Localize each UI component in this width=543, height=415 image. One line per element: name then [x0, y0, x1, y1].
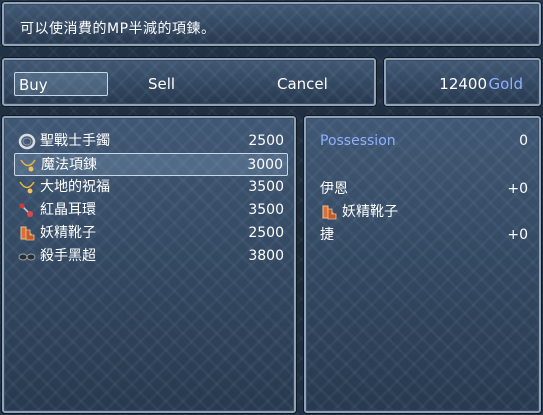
boots-icon — [322, 205, 337, 220]
sell-command[interactable]: Sell — [148, 72, 175, 96]
help-text: 可以使消費的MP半減的項鍊。 — [20, 21, 216, 37]
buy-command[interactable]: Buy — [14, 72, 108, 96]
list-item[interactable]: 大地的祝福 3500 — [14, 176, 288, 199]
bracelet-icon — [18, 133, 36, 150]
item-price: 3500 — [248, 202, 284, 218]
item-name: 殺手黑超 — [40, 248, 96, 264]
list-item[interactable]: 紅晶耳環 3500 — [14, 199, 288, 222]
earring-icon — [19, 203, 33, 217]
item-price: 3800 — [248, 248, 284, 264]
shop-item-list: 聖戰士手鐲 2500 魔法項鍊 3000 大地的祝福 3500 紅晶耳環 350… — [2, 116, 296, 413]
actor-row: 捷 +0 — [320, 224, 528, 247]
list-item[interactable]: 聖戰士手鐲 2500 — [14, 130, 288, 153]
item-price: 3500 — [248, 179, 284, 195]
item-name: 魔法項鍊 — [41, 157, 97, 173]
item-name: 大地的祝福 — [40, 179, 110, 195]
help-window: 可以使消費的MP半減的項鍊。 — [2, 2, 541, 46]
actor-name: 捷 — [320, 227, 334, 243]
possession-value: 0 — [519, 133, 528, 149]
status-window: Possession 0 伊恩 +0 妖精靴子 捷 +0 — [304, 116, 541, 413]
command-window: Buy Sell Cancel — [2, 58, 376, 106]
possession-row: Possession 0 — [320, 130, 528, 153]
gold-amount: 12400 — [439, 75, 487, 93]
list-item-selected[interactable]: 魔法項鍊 3000 — [14, 153, 288, 176]
item-price: 3000 — [247, 157, 283, 173]
actor-row: 伊恩 +0 — [320, 178, 528, 201]
equipped-item-name: 妖精靴子 — [342, 204, 398, 220]
boots-icon — [20, 226, 35, 241]
list-item[interactable]: 殺手黑超 3800 — [14, 245, 288, 268]
possession-label: Possession — [320, 133, 396, 149]
gold-window: 12400 Gold — [384, 58, 541, 106]
equipped-item-row: 妖精靴子 — [320, 201, 528, 224]
actor-name: 伊恩 — [320, 181, 348, 197]
item-name: 紅晶耳環 — [40, 202, 96, 218]
glasses-icon — [18, 253, 36, 261]
actor-change-value: +0 — [507, 227, 528, 243]
item-name: 聖戰士手鐲 — [40, 133, 110, 149]
necklace-icon — [20, 159, 36, 172]
item-price: 2500 — [248, 133, 284, 149]
list-item[interactable]: 妖精靴子 2500 — [14, 222, 288, 245]
necklace-icon — [19, 181, 35, 194]
item-name: 妖精靴子 — [40, 225, 96, 241]
cancel-command[interactable]: Cancel — [277, 72, 328, 96]
gold-unit: Gold — [488, 75, 524, 93]
actor-change-value: +0 — [507, 181, 528, 197]
item-price: 2500 — [248, 225, 284, 241]
